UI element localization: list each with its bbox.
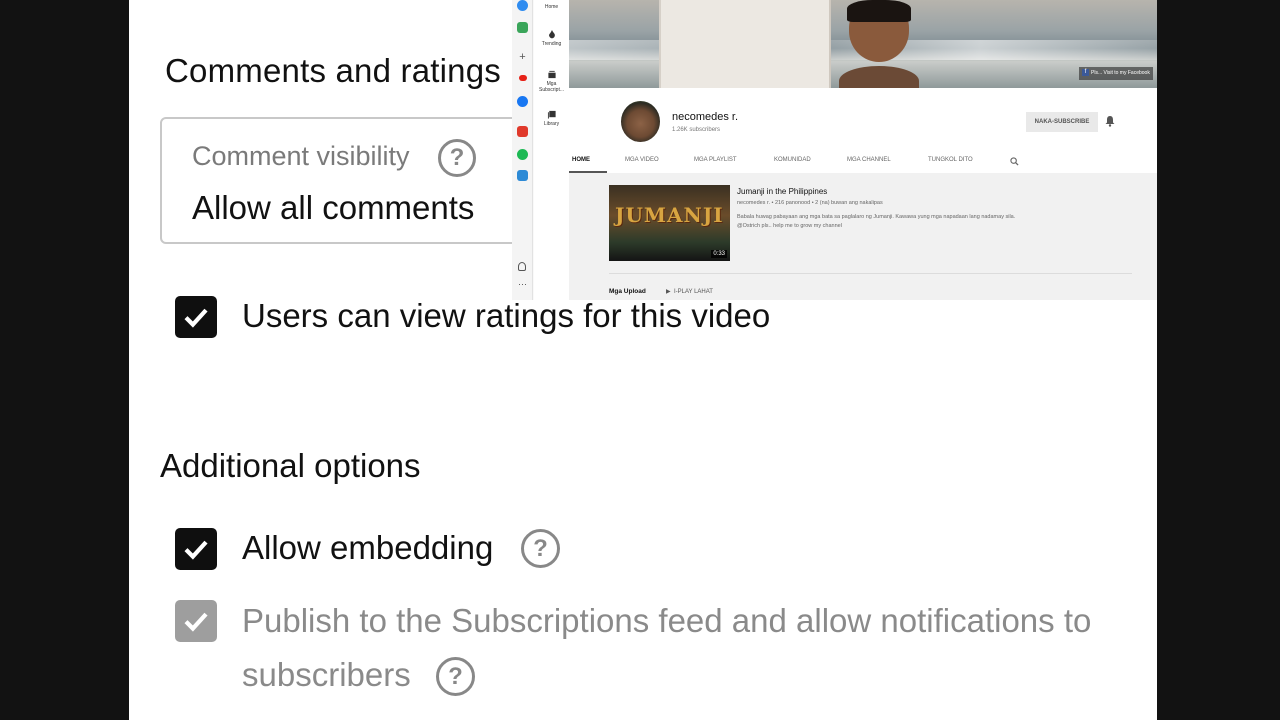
notification-bell-icon[interactable]: [1104, 115, 1116, 127]
youtube-nav: Home Trending Mga Subscript... Library: [534, 0, 569, 300]
help-icon[interactable]: ?: [521, 529, 560, 568]
nav-item-label: Mga Subscript...: [538, 81, 564, 93]
messenger-icon[interactable]: [517, 0, 528, 11]
notification-bell-icon[interactable]: [518, 262, 526, 271]
publish-feed-label-line2: subscribers: [242, 656, 411, 693]
video-title[interactable]: Jumanji in the Philippines: [737, 187, 827, 196]
game-controller-icon[interactable]: [517, 22, 528, 33]
checkmark-icon: [184, 308, 208, 328]
video-duration: 0:33: [711, 250, 727, 258]
library-icon: [547, 110, 556, 119]
uploads-heading: Mga Upload: [609, 288, 646, 295]
red-app-icon[interactable]: [517, 126, 528, 137]
banner-surfboard: [659, 0, 831, 88]
youtube-icon[interactable]: [519, 75, 527, 81]
add-icon[interactable]: +: [517, 52, 528, 63]
checkmark-icon: [184, 612, 208, 632]
banner-person: [839, 0, 919, 96]
embedding-checkbox[interactable]: [175, 528, 217, 570]
checkmark-icon: [184, 540, 208, 560]
browser-app-sidebar: + ⋯: [512, 0, 533, 300]
tab-home[interactable]: HOME: [572, 157, 590, 163]
banner-facebook-link[interactable]: f Pls... Visit to my Facebook: [1079, 67, 1153, 80]
nav-item-home[interactable]: Home: [534, 4, 569, 10]
spotify-icon[interactable]: [517, 149, 528, 160]
more-icon[interactable]: ⋯: [517, 280, 528, 291]
help-icon[interactable]: ?: [438, 139, 476, 177]
banner-link-text: Pls... Visit to my Facebook: [1091, 70, 1150, 76]
channel-home-content: JUMANJI 0:33 Jumanji in the Philippines …: [569, 173, 1157, 300]
ratings-checkbox[interactable]: [175, 296, 217, 338]
additional-options-title: Additional options: [160, 447, 421, 484]
nav-item-label: Home: [544, 4, 559, 10]
tab-playlists[interactable]: MGA PLAYLIST: [694, 157, 737, 163]
comment-visibility-label: Comment visibility: [192, 141, 410, 171]
play-all-label: I-PLAY LAHAT: [673, 289, 713, 295]
nav-item-trending[interactable]: Trending: [534, 30, 569, 47]
facebook-icon[interactable]: [517, 96, 528, 107]
tab-about[interactable]: TUNGKOL DITO: [928, 157, 973, 163]
help-icon[interactable]: ?: [436, 657, 475, 696]
channel-banner: f Pls... Visit to my Facebook: [569, 0, 1157, 96]
tab-channels[interactable]: MGA CHANNEL: [847, 157, 891, 163]
subscriptions-icon: [547, 70, 556, 79]
video-thumbnail[interactable]: JUMANJI 0:33: [609, 185, 730, 261]
ratings-checkbox-label: Users can view ratings for this video: [242, 297, 771, 334]
play-icon: ▶: [666, 289, 674, 295]
screen: Comments and ratings Comment visibility …: [0, 0, 1280, 720]
tab-community[interactable]: KOMUNIDAD: [774, 157, 811, 163]
nav-item-label: Trending: [541, 41, 562, 47]
fire-icon: [548, 30, 555, 39]
play-all-button[interactable]: ▶ I-PLAY LAHAT: [666, 288, 713, 295]
youtube-channel-window: + ⋯ Home Trending Mga Subscript... Libra…: [512, 0, 1157, 300]
comment-visibility-value: Allow all comments: [192, 189, 475, 226]
publish-feed-label-line1: Publish to the Subscriptions feed and al…: [242, 602, 1092, 639]
nav-item-label: Library: [543, 121, 560, 127]
subscriber-count: 1.26K subscribers: [672, 127, 721, 133]
nav-item-library[interactable]: Library: [534, 110, 569, 127]
divider: [609, 273, 1132, 274]
publish-feed-checkbox[interactable]: [175, 600, 217, 642]
channel-header: necomedes r. 1.26K subscribers NAKA-SUBS…: [569, 88, 1157, 173]
channel-tabs: HOME MGA VIDEO MGA PLAYLIST KOMUNIDAD MG…: [569, 154, 1157, 173]
nav-item-subscriptions[interactable]: Mga Subscript...: [534, 70, 569, 93]
comments-ratings-title: Comments and ratings: [165, 52, 501, 89]
search-icon[interactable]: [1010, 157, 1019, 166]
thumbnail-text: JUMANJI: [615, 203, 724, 227]
video-meta: necomedes r. • 216 panonood • 2 (na) buw…: [737, 200, 883, 206]
facebook-icon: f: [1082, 69, 1089, 77]
avatar[interactable]: [621, 101, 660, 142]
subscribed-button[interactable]: NAKA-SUBSCRIBE: [1026, 112, 1098, 132]
embedding-checkbox-label: Allow embedding: [242, 529, 494, 566]
blue-app-icon[interactable]: [517, 170, 528, 181]
video-description: Babala huwag pabayaan ang mga bata sa pa…: [737, 214, 1016, 229]
tab-videos[interactable]: MGA VIDEO: [625, 157, 659, 163]
channel-name: necomedes r.: [672, 111, 739, 123]
